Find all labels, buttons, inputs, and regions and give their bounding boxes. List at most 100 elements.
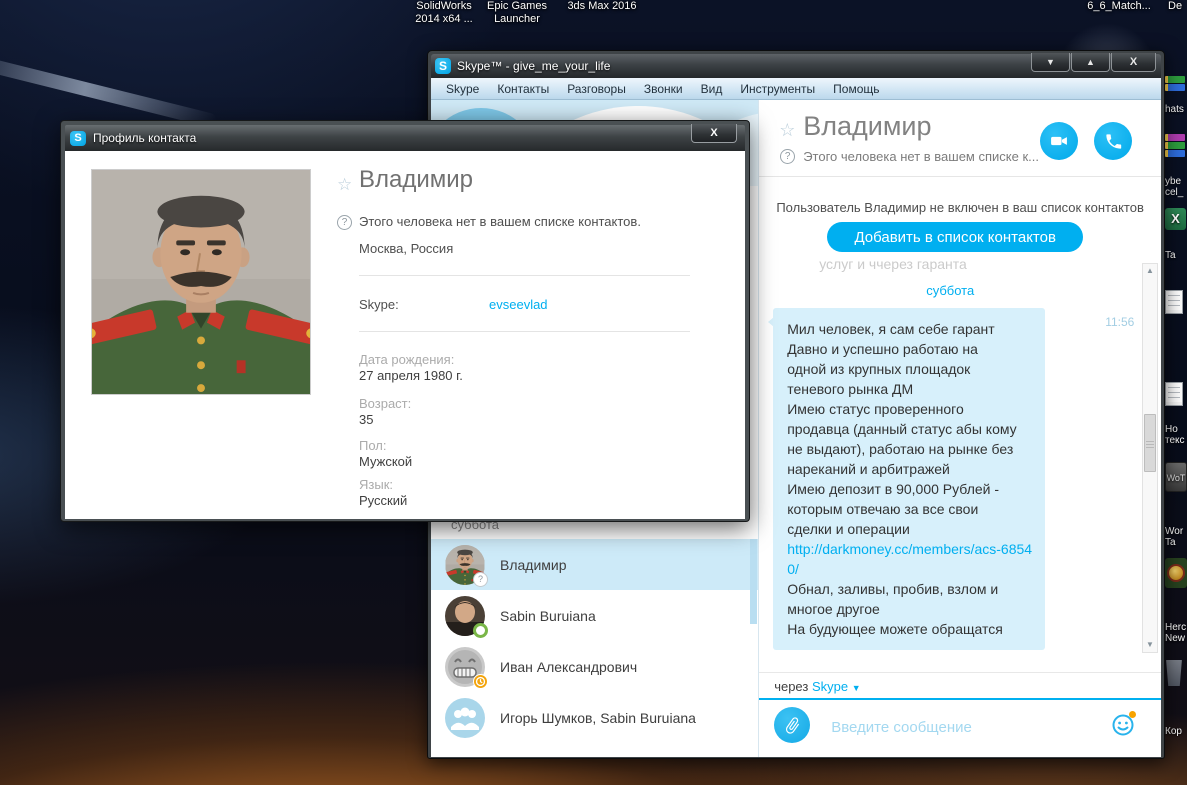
winrar-icon[interactable]	[1165, 134, 1187, 158]
language-value: Русский	[359, 493, 408, 508]
contact-row-group[interactable]: Игорь Шумков, Sabin Buruiana	[431, 692, 759, 743]
via-value: Skype	[811, 679, 849, 694]
question-mark-icon: ?	[780, 149, 796, 164]
status-unknown-icon: ?	[473, 571, 488, 587]
composer-accent-line	[759, 698, 1161, 700]
scroll-down-arrow-icon[interactable]: ▼	[1143, 638, 1157, 652]
dialog-title: Профиль контакта	[93, 131, 197, 145]
excel-file-icon[interactable]: X	[1165, 208, 1187, 230]
group-avatar-icon	[445, 697, 485, 738]
menu-bar: Skype Контакты Разговоры Звонки Вид Инст…	[431, 78, 1161, 100]
message-history: услуг и ччерез гаранта суббота Мил челов…	[759, 259, 1161, 657]
divider	[359, 275, 690, 276]
desktop-icon-solidworks[interactable]: SolidWorks 2014 x64 ...	[405, 0, 483, 26]
favorite-star-icon[interactable]: ☆	[337, 175, 352, 195]
attach-file-button[interactable]	[774, 707, 811, 743]
contact-row-vladimir[interactable]: ? Владимир	[431, 539, 759, 590]
menu-help[interactable]: Помощь	[824, 82, 888, 96]
menu-calls[interactable]: Звонки	[635, 82, 692, 96]
desktop-icon-3ds-max[interactable]: 3ds Max 2016	[558, 0, 646, 13]
skype-logo-icon: S	[435, 58, 451, 74]
desktop-icon-label[interactable]: hats	[1165, 104, 1187, 115]
contact-name: Владимир	[359, 166, 474, 193]
video-call-button[interactable]	[1040, 122, 1079, 160]
status-away-icon	[473, 673, 488, 689]
dialog-body: ☆ Владимир ? Этого человека нет в вашем …	[65, 151, 745, 519]
desktop-icon-label[interactable]: ybe cel_	[1165, 176, 1187, 198]
skype-id-label: Skype:	[359, 297, 399, 312]
contact-list: ? Владимир Sabin Buruiana Иван Александр…	[431, 539, 759, 743]
message-timestamp: 11:56	[1105, 315, 1135, 329]
contact-name: Игорь Шумков, Sabin Buruiana	[500, 709, 696, 726]
minimize-button[interactable]: ▼	[1031, 53, 1070, 72]
add-to-contacts-button[interactable]: Добавить в список контактов	[827, 222, 1084, 252]
window-titlebar[interactable]: S Skype™ - give_me_your_life ▼ ▲ X	[431, 53, 1161, 78]
dialog-close-button[interactable]: X	[691, 124, 737, 143]
heroes-game-icon[interactable]	[1165, 558, 1187, 588]
contact-name: Иван Александрович	[500, 658, 638, 675]
desktop-icon-match-file[interactable]: 6_6_Match...	[1078, 0, 1160, 13]
text-file-icon[interactable]	[1165, 290, 1187, 314]
menu-skype[interactable]: Skype	[437, 82, 488, 96]
planet-rim-highlight	[0, 49, 218, 129]
question-mark-icon: ?	[337, 215, 352, 230]
divider	[359, 331, 690, 332]
desktop-icon-label[interactable]: Кор	[1165, 726, 1187, 737]
emoticon-button[interactable]	[1111, 711, 1136, 737]
contact-name: Sabin Buruiana	[500, 607, 596, 624]
via-label: через	[774, 679, 809, 694]
text-file-icon[interactable]	[1165, 382, 1187, 406]
not-in-contacts-notice: Пользователь Владимир не включен в ваш с…	[759, 178, 1161, 258]
message-text: Обнал, заливы, пробив, взлом и многое др…	[787, 581, 1003, 637]
not-in-list-text: Этого человека нет в вашем списке контак…	[359, 214, 641, 229]
favorite-star-icon[interactable]: ☆	[779, 120, 795, 141]
conversation-name: Владимир	[803, 111, 932, 141]
divider	[759, 672, 1161, 673]
sidebar-scrollbar[interactable]	[750, 539, 758, 624]
skype-id-value[interactable]: evseevlad	[489, 297, 548, 312]
notice-text: Пользователь Владимир не включен в ваш с…	[776, 200, 1144, 215]
scrollbar-thumb[interactable]	[1144, 414, 1156, 472]
birthdate-value: 27 апреля 1980 г.	[359, 368, 463, 383]
avatar	[445, 595, 488, 638]
age-value: 35	[359, 412, 374, 427]
winrar-icon[interactable]	[1165, 76, 1187, 92]
gender-label: Пол:	[359, 438, 387, 453]
desktop: SolidWorks 2014 x64 ... Epic Games Launc…	[0, 0, 1187, 785]
skype-logo-icon: S	[70, 130, 86, 146]
world-of-tanks-icon[interactable]: WoT	[1165, 462, 1187, 492]
message-input[interactable]: Введите сообщение	[831, 719, 972, 736]
menu-contacts[interactable]: Контакты	[488, 82, 558, 96]
desktop-icon-label[interactable]: Herc New	[1165, 622, 1187, 644]
conversation-header: ☆ Владимир ? Этого человека нет в вашем …	[759, 100, 1161, 177]
desktop-icon-label[interactable]: Но текс	[1165, 424, 1187, 446]
desktop-icon-de-cut[interactable]: De	[1168, 0, 1187, 13]
menu-tools[interactable]: Инструменты	[731, 82, 824, 96]
conversation-panel: ☆ Владимир ? Этого человека нет в вашем …	[759, 100, 1161, 757]
message-bubble: Мил человек, я сам себе гарант Давно и у…	[768, 308, 1046, 650]
desktop-icon-epic-games[interactable]: Epic Games Launcher	[483, 0, 551, 26]
voice-call-button[interactable]	[1094, 122, 1133, 160]
contact-row-sabin[interactable]: Sabin Buruiana	[431, 590, 759, 641]
menu-conversations[interactable]: Разговоры	[558, 82, 635, 96]
scroll-up-arrow-icon[interactable]: ▲	[1143, 264, 1157, 278]
desktop-icon-label[interactable]: Ta	[1165, 250, 1187, 261]
via-skype-dropdown[interactable]: через Skype ▼	[774, 679, 860, 694]
menu-view[interactable]: Вид	[692, 82, 732, 96]
recycle-bin-icon[interactable]	[1165, 660, 1187, 686]
birthdate-label: Дата рождения:	[359, 352, 455, 367]
language-label: Язык:	[359, 477, 393, 492]
avatar	[445, 646, 488, 689]
desktop-icon-label[interactable]: Wor Ta	[1165, 526, 1187, 548]
avatar: ?	[445, 544, 488, 587]
contact-name: Владимир	[500, 556, 567, 573]
contact-row-ivan[interactable]: Иван Александрович	[431, 641, 759, 692]
message-link[interactable]: http://darkmoney.cc/members/acs-68540/	[787, 541, 1032, 577]
contact-photo	[91, 169, 311, 395]
gender-value: Мужской	[359, 454, 413, 469]
chat-scrollbar[interactable]: ▲ ▼	[1142, 263, 1158, 653]
dialog-titlebar[interactable]: S Профиль контакта X	[65, 124, 745, 151]
close-button[interactable]: X	[1111, 53, 1156, 72]
message-text: Мил человек, я сам себе гарант Давно и у…	[787, 321, 1017, 537]
maximize-button[interactable]: ▲	[1071, 53, 1110, 72]
